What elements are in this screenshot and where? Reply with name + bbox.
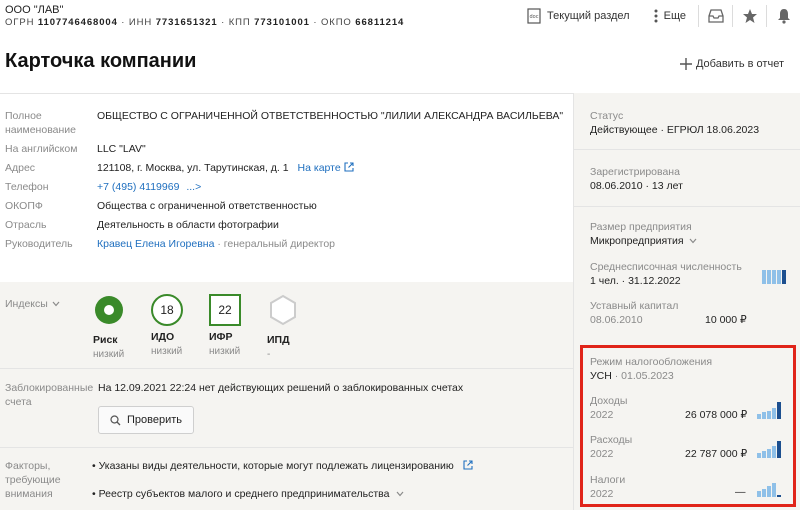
english-name-value: LLC "LAV" — [97, 143, 146, 155]
phone-label: Телефон — [5, 181, 49, 193]
inbox-icon — [707, 9, 724, 23]
more-button[interactable]: Еще — [642, 4, 698, 28]
headcount-value: 1 чел. · 31.12.2022 — [590, 275, 681, 287]
bell-icon — [777, 9, 790, 24]
factor-item-sme-registry[interactable]: • Реестр субъектов малого и среднего пре… — [92, 487, 404, 501]
svg-text:doc: doc — [530, 14, 539, 20]
index-ido[interactable]: 18 ИДО низкий — [151, 294, 211, 357]
current-section-button[interactable]: doc Текущий раздел — [515, 4, 642, 28]
risk-gauge-icon — [95, 296, 123, 324]
industry-label: Отрасль — [5, 219, 47, 231]
add-to-report-button[interactable]: Добавить в отчет — [679, 58, 784, 70]
capital-date: 08.06.2010 — [590, 314, 643, 326]
english-name-label: На английском — [5, 143, 78, 155]
external-link-icon — [463, 460, 473, 470]
archive-button[interactable] — [699, 4, 732, 28]
chevron-down-icon — [396, 491, 404, 497]
industry-value: Деятельность в области фотографии — [97, 219, 279, 231]
highlight-frame — [580, 345, 796, 507]
phone-more-link[interactable]: ...> — [186, 181, 201, 193]
head-name-link[interactable]: Кравец Елена Игоревна — [97, 238, 214, 250]
head-value: Кравец Елена Игоревна · генеральный дире… — [97, 238, 336, 250]
status-value: Действующее · ЕГРЮЛ 18.06.2023 — [590, 124, 760, 136]
address-value: 121108, г. Москва, ул. Тарутинская, д. 1… — [97, 161, 354, 175]
hexagon-icon — [270, 294, 296, 326]
notifications-button[interactable] — [767, 4, 800, 28]
registered-label: Зарегистрирована — [590, 166, 680, 178]
favorite-button[interactable] — [733, 4, 766, 28]
company-size-label: Размер предприятия — [590, 221, 692, 233]
headcount-label: Среднесписочная численность — [590, 261, 742, 273]
kebab-icon — [654, 9, 658, 23]
full-name-value: ОБЩЕСТВО С ОГРАНИЧЕННОЙ ОТВЕТСТВЕННОСТЬЮ… — [97, 110, 564, 122]
company-size-dropdown[interactable]: Микропредприятия — [590, 235, 697, 247]
okopf-label: ОКОПФ — [5, 200, 43, 212]
document-icon: doc — [527, 8, 541, 24]
registration-codes: ОГРН 1107746468004 · ИНН 7731651321 · КП… — [5, 17, 405, 28]
chevron-down-icon — [52, 301, 60, 307]
head-label: Руководитель — [5, 238, 73, 250]
map-link[interactable]: На карте — [298, 162, 341, 174]
check-button[interactable]: Проверить — [98, 406, 194, 434]
phone-link[interactable]: +7 (495) 4119969 — [97, 181, 179, 193]
index-ipd[interactable]: ИПД - — [267, 294, 327, 360]
page-title: Карточка компании — [5, 50, 197, 72]
phone-value: +7 (495) 4119969 ...> — [97, 180, 201, 194]
chevron-down-icon — [689, 238, 697, 244]
blocked-accounts-text: На 12.09.2021 22:24 нет действующих реше… — [98, 382, 464, 394]
attention-factors-label: Факторы, требующие внимания — [5, 460, 61, 500]
headcount-mini-chart[interactable] — [762, 268, 786, 284]
capital-value: 10 000 ₽ — [705, 314, 747, 326]
blocked-accounts-label: Заблокированные счета — [5, 382, 94, 408]
ido-badge: 18 — [151, 294, 183, 326]
indices-toggle[interactable]: Индексы — [5, 297, 60, 311]
company-short-name: ООО "ЛАВ" — [5, 4, 64, 16]
top-actions: doc Текущий раздел Еще — [515, 4, 800, 28]
okopf-value: Общества с ограниченной ответственностью — [97, 200, 317, 212]
star-icon — [742, 9, 757, 23]
plus-icon — [679, 58, 692, 70]
search-icon — [110, 414, 121, 425]
external-link-icon — [344, 162, 354, 172]
capital-label: Уставный капитал — [590, 300, 679, 312]
full-name-label: Полное наименование — [5, 110, 77, 136]
address-label: Адрес — [5, 162, 36, 174]
index-ifr[interactable]: 22 ИФР низкий — [209, 294, 269, 357]
registered-value: 08.06.2010 · 13 лет — [590, 180, 683, 192]
status-label: Статус — [590, 110, 624, 122]
ifr-badge: 22 — [209, 294, 241, 326]
index-risk[interactable]: Риск низкий — [93, 294, 153, 360]
factor-item-licensing[interactable]: • Указаны виды деятельности, которые мог… — [92, 459, 473, 473]
